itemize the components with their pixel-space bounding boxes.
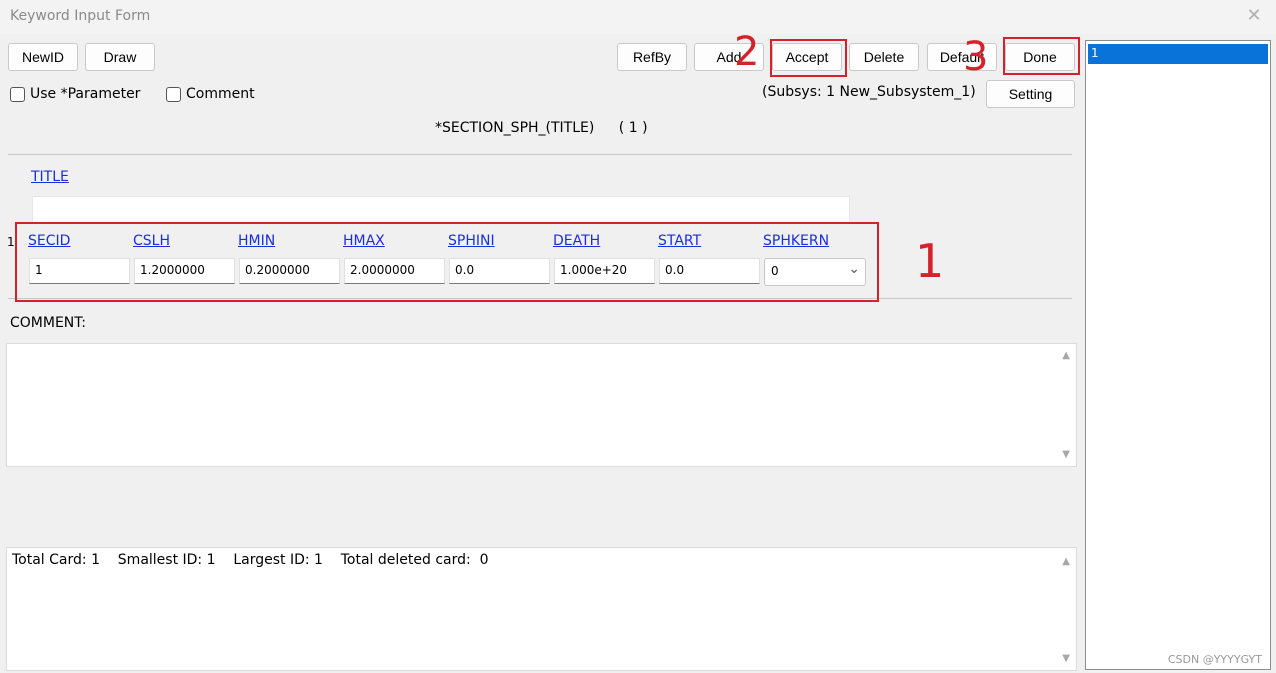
largest-id: Largest ID: 1 [233, 552, 323, 568]
total-card: Total Card: 1 [12, 552, 100, 568]
title-field-link[interactable]: TITLE [31, 169, 69, 185]
comment-checkbox[interactable]: Comment [166, 84, 255, 104]
scroll-down-icon[interactable]: ▼ [1062, 653, 1070, 664]
row-number: 1 [7, 235, 15, 249]
id-list[interactable]: 1 [1085, 40, 1271, 670]
scroll-up-icon[interactable]: ▲ [1062, 350, 1070, 361]
comment-textarea[interactable]: ▲ ▼ [6, 343, 1077, 467]
annotation-number-1: 1 [915, 234, 945, 288]
annotation-box-done [1003, 37, 1080, 75]
title-input[interactable] [32, 196, 850, 223]
draw-button[interactable]: Draw [85, 43, 155, 71]
setting-button[interactable]: Setting [986, 80, 1075, 108]
refby-button[interactable]: RefBy [617, 43, 687, 71]
annotation-box-fields [15, 222, 879, 302]
scroll-down-icon[interactable]: ▼ [1062, 449, 1070, 460]
watermark: CSDN @YYYYGYT [1167, 653, 1262, 666]
divider [8, 154, 1072, 155]
checkbox-box[interactable] [10, 86, 25, 102]
subsystem-label: (Subsys: 1 New_Subsystem_1) [762, 84, 976, 100]
delete-button[interactable]: Delete [849, 43, 919, 71]
title-bar: Keyword Input Form ✕ [0, 0, 1276, 34]
list-item[interactable]: 1 [1088, 44, 1268, 64]
keyword-name: *SECTION_SPH_(TITLE) [435, 120, 595, 136]
annotation-box-accept [770, 39, 847, 77]
use-parameter-label: Use *Parameter [30, 86, 141, 102]
close-icon[interactable]: ✕ [1244, 6, 1264, 26]
smallest-id: Smallest ID: 1 [117, 552, 216, 568]
card-statistics: Total Card: 1 Smallest ID: 1 Largest ID:… [12, 552, 489, 568]
comment-checkbox-label: Comment [186, 86, 255, 102]
use-parameter-checkbox[interactable]: Use *Parameter [10, 84, 140, 104]
total-deleted: Total deleted card: 0 [340, 552, 489, 568]
card-heading: *SECTION_SPH_(TITLE) ( 1 ) [435, 120, 648, 136]
annotation-number-2: 2 [734, 29, 760, 75]
scroll-up-icon[interactable]: ▲ [1062, 556, 1070, 567]
window-title: Keyword Input Form [10, 8, 151, 24]
checkbox-box[interactable] [166, 86, 181, 102]
annotation-number-3: 3 [963, 34, 989, 80]
comment-label: COMMENT: [10, 315, 87, 331]
newid-button[interactable]: NewID [8, 43, 78, 71]
card-count: ( 1 ) [618, 120, 648, 136]
